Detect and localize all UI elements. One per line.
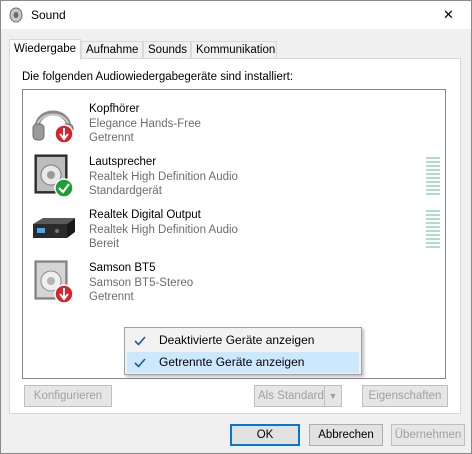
close-button[interactable]: ✕ — [426, 1, 471, 29]
menu-item-show-disabled[interactable]: Deaktivierte Geräte anzeigen — [127, 330, 359, 351]
device-status: Getrennt — [89, 291, 134, 303]
device-status: Standardgerät — [89, 185, 162, 197]
device-item-kopfhoerer[interactable]: Kopfhörer Elegance Hands-Free Getrennt — [23, 98, 443, 150]
device-name: Lautsprecher — [89, 156, 157, 168]
tab-label: Aufnahme — [86, 44, 139, 56]
check-icon — [134, 336, 146, 346]
window-title: Sound — [31, 8, 66, 22]
device-status: Bereit — [89, 238, 120, 250]
tab-sounds[interactable]: Sounds — [143, 41, 191, 59]
button-label: Als Standard — [258, 390, 324, 402]
device-name: Samson BT5 — [89, 262, 156, 274]
volume-meter — [426, 157, 440, 197]
device-name: Realtek Digital Output — [89, 209, 201, 221]
disconnected-badge-icon — [54, 284, 74, 304]
speaker-icon — [34, 260, 74, 304]
title-bar[interactable]: Sound ✕ — [1, 1, 471, 29]
button-label: Eigenschaften — [368, 390, 442, 402]
sound-app-icon — [9, 7, 23, 23]
tab-label: Wiedergabe — [14, 43, 77, 55]
chevron-down-icon: ▼ — [324, 386, 341, 406]
button-label: OK — [256, 429, 274, 441]
default-check-badge-icon — [54, 178, 74, 198]
button-label: Abbrechen — [318, 429, 374, 441]
device-description: Realtek High Definition Audio — [89, 224, 238, 236]
apply-button[interactable]: Übernehmen — [391, 424, 465, 446]
volume-meter — [426, 210, 440, 250]
device-description: Elegance Hands-Free — [89, 118, 201, 130]
tab-wiedergabe[interactable]: Wiedergabe — [9, 39, 81, 60]
menu-item-show-disconnected[interactable]: Getrennte Geräte anzeigen — [127, 352, 359, 373]
button-label: Konfigurieren — [33, 390, 103, 402]
device-item-lautsprecher[interactable]: Lautsprecher Realtek High Definition Aud… — [23, 151, 443, 203]
menu-item-label: Deaktivierte Geräte anzeigen — [159, 333, 315, 347]
sound-dialog: Sound ✕ Wiedergabe Aufnahme Sounds Kommu… — [0, 0, 472, 454]
close-icon: ✕ — [443, 7, 454, 22]
speaker-icon — [34, 154, 74, 198]
tab-label: Sounds — [148, 44, 188, 56]
device-description: Realtek High Definition Audio — [89, 171, 238, 183]
device-name: Kopfhörer — [89, 103, 140, 115]
cancel-button[interactable]: Abbrechen — [309, 424, 383, 446]
tab-kommunikation[interactable]: Kommunikation — [191, 41, 277, 59]
device-item-digital-output[interactable]: Realtek Digital Output Realtek High Defi… — [23, 204, 443, 256]
device-item-samson-bt5[interactable]: Samson BT5 Samson BT5-Stereo Getrennt — [23, 257, 443, 309]
tab-label: Kommunikation — [196, 44, 276, 56]
check-icon — [134, 358, 146, 368]
disconnected-badge-icon — [54, 124, 74, 144]
ok-button[interactable]: OK — [230, 424, 300, 446]
menu-item-label: Getrennte Geräte anzeigen — [159, 355, 305, 369]
device-status: Getrennt — [89, 132, 134, 144]
instruction-text: Die folgenden Audiowiedergabegeräte sind… — [22, 71, 294, 83]
digital-output-icon — [33, 218, 75, 238]
configure-button[interactable]: Konfigurieren — [24, 385, 112, 407]
headphones-icon — [32, 110, 74, 144]
device-description: Samson BT5-Stereo — [89, 277, 194, 289]
tab-aufnahme[interactable]: Aufnahme — [81, 41, 143, 59]
properties-button[interactable]: Eigenschaften — [362, 385, 448, 407]
set-default-dropdown-button[interactable]: Als Standard ▼ — [254, 385, 342, 407]
context-menu: Deaktivierte Geräte anzeigen Getrennte G… — [124, 327, 362, 375]
button-label: Übernehmen — [394, 429, 462, 441]
